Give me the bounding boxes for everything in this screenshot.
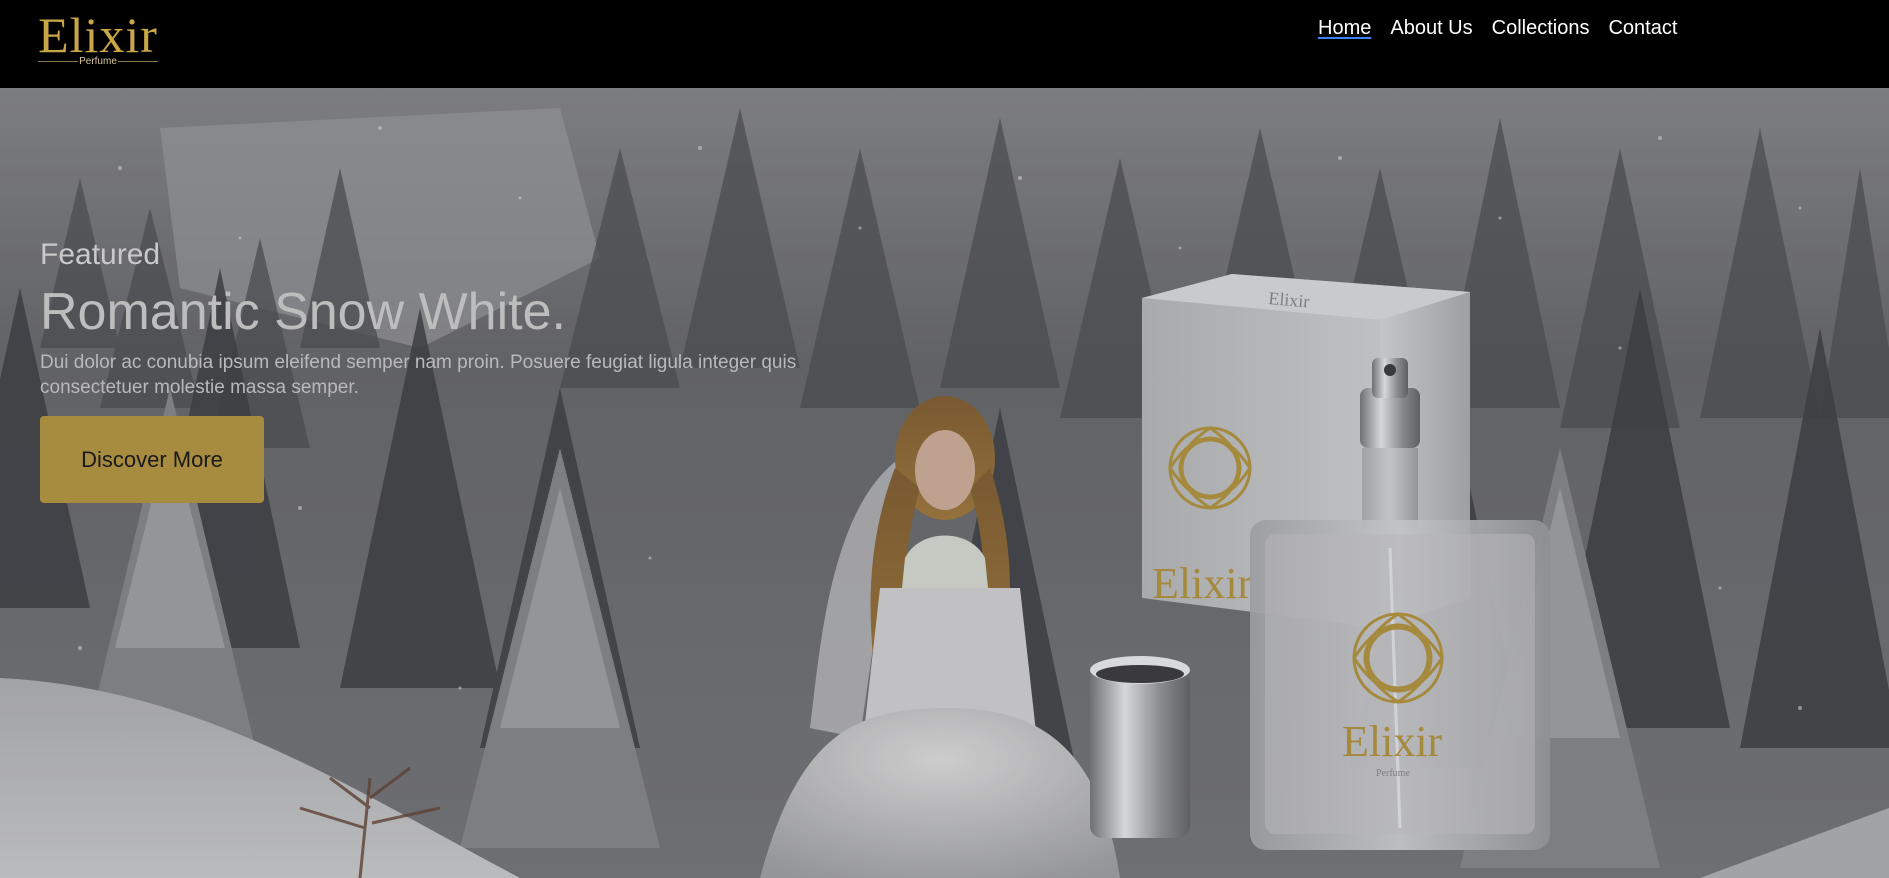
- hero-dark-overlay: [0, 88, 1889, 878]
- nav-contact[interactable]: Contact: [1608, 16, 1677, 40]
- nav-about-us[interactable]: About Us: [1390, 16, 1472, 40]
- site-header: Elixir Perfume Home About Us Collections…: [0, 0, 1889, 88]
- hero-eyebrow: Featured: [40, 238, 161, 271]
- discover-more-button[interactable]: Discover More: [40, 416, 264, 503]
- brand-wordmark: Elixir: [38, 7, 158, 63]
- main-nav: Home About Us Collections Contact: [1318, 16, 1677, 40]
- svg-text:Elixir: Elixir: [1152, 559, 1253, 608]
- hero-text-block: Featured Romantic Snow White. Dui dolor …: [40, 238, 940, 400]
- svg-text:Perfume: Perfume: [1376, 768, 1410, 779]
- svg-text:Elixir: Elixir: [1342, 717, 1443, 766]
- nav-home[interactable]: Home: [1318, 16, 1371, 40]
- perfume-product-image: Elixir Elixir Elixir Perfume: [1090, 274, 1550, 850]
- hero-title: Romantic Snow White.: [40, 283, 566, 341]
- hero-description: Dui dolor ac conubia ipsum eleifend semp…: [40, 352, 797, 398]
- brand-logo[interactable]: Elixir Perfume: [36, 10, 160, 70]
- svg-text:Elixir: Elixir: [1268, 288, 1311, 311]
- brand-tagline: Perfume: [79, 56, 117, 67]
- hero-section: Elixir Elixir Elixir Perfume Featured Ro…: [0, 88, 1889, 878]
- nav-collections[interactable]: Collections: [1492, 16, 1590, 40]
